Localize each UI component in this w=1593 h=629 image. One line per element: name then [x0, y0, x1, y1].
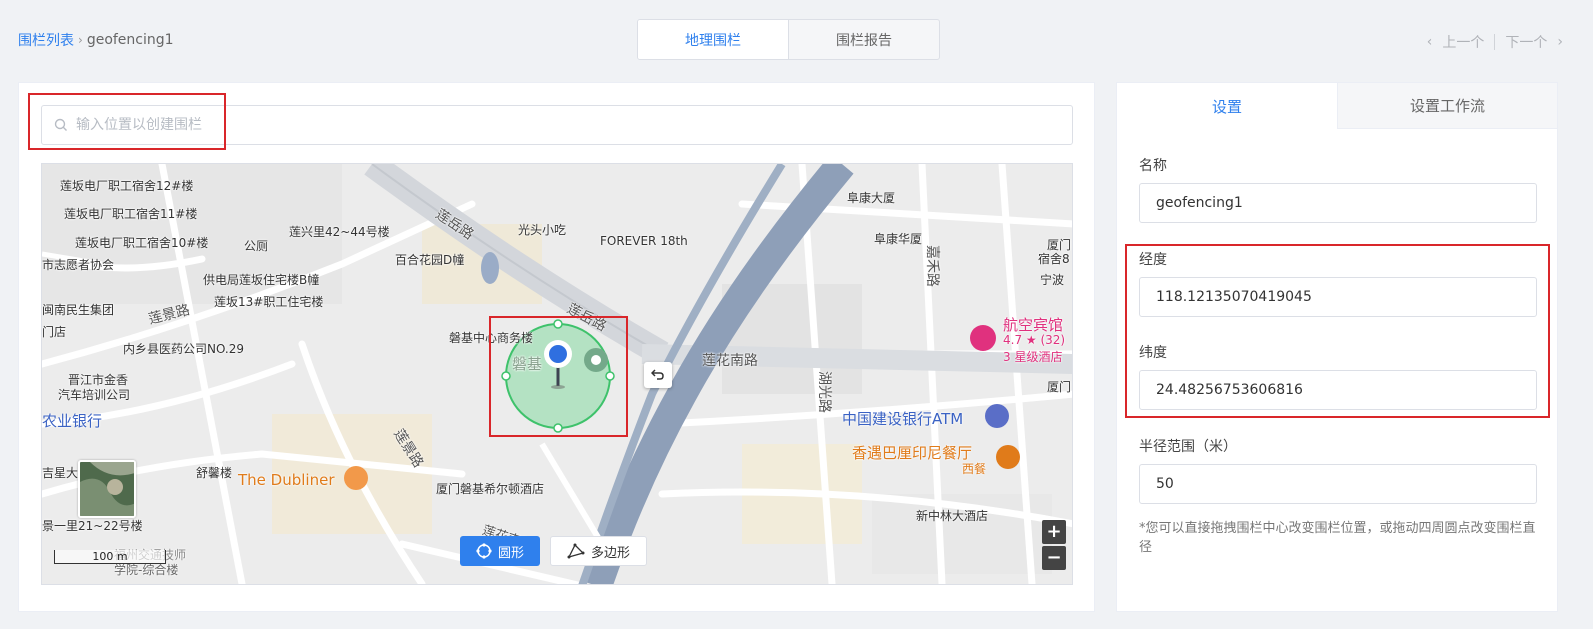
polygon-shape-label: 多边形 [591, 545, 631, 561]
map-label: 西餐 [962, 462, 987, 476]
map-label: 农业银行 [42, 412, 103, 430]
map-label: 光头小吃 [518, 223, 567, 237]
map-scale-bar: 100 m [54, 550, 166, 564]
satellite-layer-toggle[interactable] [78, 460, 136, 518]
circle-shape-button[interactable]: 圆形 [460, 536, 541, 566]
tab-settings[interactable]: 设置 [1117, 83, 1337, 129]
polygon-icon [567, 543, 585, 559]
map-label: 磐基 [512, 355, 543, 373]
map-label: 莲坂电厂职工宿舍12#楼 [60, 179, 194, 193]
map-label: 宿舍8 [1038, 252, 1070, 266]
map-label: 阜康华厦 [874, 232, 923, 246]
tab-fence-report[interactable]: 围栏报告 [789, 20, 939, 59]
map-label: 闽南民生集团 [42, 303, 115, 317]
map-label: 厦门磐基希尔顿酒店 [436, 482, 545, 496]
map-label: FOREVER 18th [600, 234, 688, 248]
circle-icon [476, 543, 492, 559]
map-card: 莲坂电厂职工宿舍12#楼 莲坂电厂职工宿舍11#楼 莲坂电厂职工宿舍10#楼 公… [18, 82, 1095, 612]
map-label: 莲坂13#职工住宅楼 [214, 295, 324, 309]
map-label: 新中林大酒店 [916, 509, 989, 523]
map-label: 中国建设银行ATM [842, 410, 964, 428]
longitude-field[interactable]: 118.12135070419045 [1139, 277, 1537, 317]
map-label: 舒馨楼 [196, 466, 233, 480]
breadcrumb-current: geofencing1 [86, 32, 174, 48]
road-label: 嘉禾路 [924, 245, 940, 287]
name-field[interactable]: geofencing1 [1139, 183, 1537, 223]
name-label: 名称 [1139, 158, 1167, 174]
map-label: 市志愿者协会 [42, 258, 115, 272]
chevron-left-icon: ‹ [1426, 34, 1433, 50]
undo-button[interactable] [644, 362, 672, 388]
breadcrumb-fence-list-link[interactable]: 围栏列表 [18, 30, 74, 50]
road-label: 湖光路 [816, 371, 832, 413]
map-label: 阜康大厦 [847, 191, 896, 205]
drag-hint-text: *您可以直接拖拽围栏中心改变围栏位置，或拖动四周圆点改变围栏直径 [1139, 521, 1536, 555]
map-label: 吉星大 [42, 466, 79, 480]
zoom-out-button[interactable]: − [1042, 546, 1066, 570]
undo-icon [651, 369, 664, 380]
map-label: 莲兴里42~44号楼 [289, 225, 390, 239]
settings-panel: 设置 设置工作流 名称 geofencing1 经度 118.121350704… [1116, 82, 1558, 612]
map-label: The Dubliner [238, 471, 335, 489]
latitude-label: 纬度 [1139, 345, 1167, 361]
circle-shape-label: 圆形 [498, 545, 525, 561]
satellite-thumbnail-icon [80, 462, 134, 516]
latitude-field[interactable]: 24.48256753606816 [1139, 370, 1537, 410]
map-label: 供电局莲坂住宅楼B幢 [203, 273, 320, 287]
map-label: 3 星级酒店 [1003, 350, 1063, 364]
map-label: 4.7 ★ (32) [1003, 333, 1066, 347]
zoom-in-button[interactable]: + [1042, 520, 1066, 544]
map-label: 磐基中心商务楼 [449, 331, 534, 345]
map-label: 莲坂电厂职工宿舍10#楼 [75, 236, 209, 250]
tab-geofence[interactable]: 地理围栏 [638, 20, 789, 59]
map-label: 内乡县医药公司NO.29 [123, 342, 245, 356]
map-label: 香遇巴厘印尼餐厅 [852, 444, 973, 462]
map-label: 景一里21~22号楼 [42, 519, 143, 533]
tab-workflow-settings[interactable]: 设置工作流 [1337, 83, 1557, 129]
map-label: 宁波 [1040, 273, 1065, 287]
zoom-controls: + − [1042, 520, 1066, 570]
location-search-input[interactable] [76, 117, 976, 133]
breadcrumb: 围栏列表 › geofencing1 [18, 30, 174, 50]
map-label: 航空宾馆 [1003, 316, 1064, 334]
shape-toolbar: 圆形 多边形 [460, 536, 648, 566]
next-button[interactable]: 下一个 [1505, 32, 1547, 52]
road-label: 莲花南路 [702, 353, 758, 369]
map-canvas[interactable]: 莲坂电厂职工宿舍12#楼 莲坂电厂职工宿舍11#楼 莲坂电厂职工宿舍10#楼 公… [41, 163, 1073, 585]
location-search [41, 105, 1073, 145]
map-label: 门店 [42, 325, 67, 339]
view-tabs: 地理围栏 围栏报告 [637, 19, 940, 60]
radius-label: 半径范围（米） [1139, 439, 1237, 455]
map-label: 莲坂电厂职工宿舍11#楼 [64, 207, 198, 221]
prev-button[interactable]: 上一个 [1442, 32, 1484, 52]
settings-tabs: 设置 设置工作流 [1117, 83, 1557, 129]
search-icon [54, 118, 67, 131]
radius-field[interactable]: 50 [1139, 464, 1537, 504]
pager-divider [1494, 34, 1496, 50]
map-label: 厦门 [1047, 380, 1072, 394]
map-label: 公厕 [244, 239, 269, 253]
map-label: 汽车培训公司 [58, 388, 131, 402]
longitude-label: 经度 [1139, 252, 1167, 268]
chevron-right-icon: › [1557, 34, 1563, 50]
map-label: 百合花园D幢 [395, 253, 465, 267]
chevron-right-icon: › [78, 33, 83, 47]
record-pager: ‹ 上一个 下一个 › [1427, 32, 1563, 52]
top-bar: 围栏列表 › geofencing1 地理围栏 围栏报告 ‹ 上一个 下一个 › [0, 0, 1593, 80]
polygon-shape-button[interactable]: 多边形 [550, 536, 648, 566]
